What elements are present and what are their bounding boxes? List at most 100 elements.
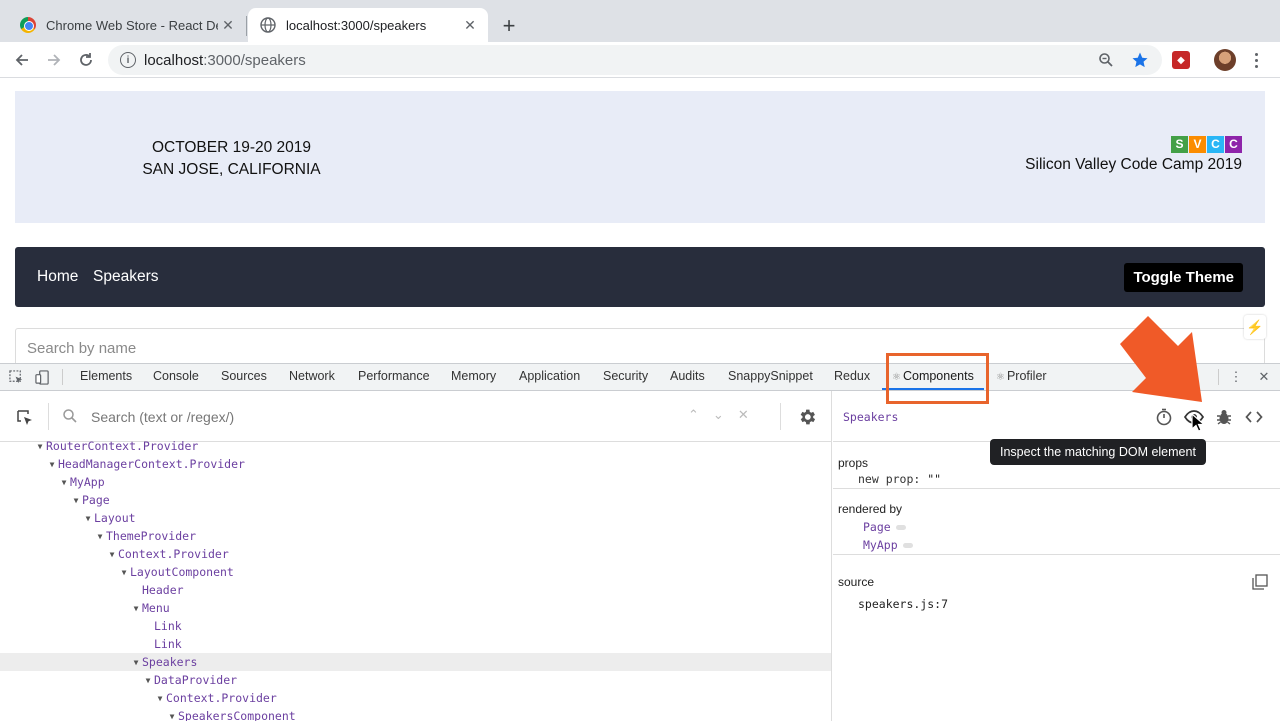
component-details-pane: Speakers Inspect the matching DOM elemen… xyxy=(833,391,1280,721)
browser-tab-speakers[interactable]: localhost:3000/speakers ✕ xyxy=(248,8,488,42)
devtools-tab-profiler[interactable]: ⚛ Profiler xyxy=(996,369,1047,383)
tab-label: Network xyxy=(289,369,335,383)
close-icon[interactable]: ✕ xyxy=(218,15,238,35)
caret-down-icon[interactable]: ▼ xyxy=(154,694,166,703)
speaker-search-input[interactable]: Search by name xyxy=(15,328,1265,363)
owner-item[interactable]: MyApp xyxy=(863,538,913,552)
tree-row[interactable]: ▼ SpeakersComponent xyxy=(0,707,831,721)
prop-value[interactable]: "" xyxy=(927,472,941,486)
tree-row[interactable]: Link xyxy=(0,635,831,653)
info-icon[interactable]: i xyxy=(120,52,136,68)
address-bar[interactable]: i localhost:3000/speakers xyxy=(108,45,1162,75)
tree-row[interactable]: ▼ Context.Provider xyxy=(0,689,831,707)
clear-search-icon[interactable]: ✕ xyxy=(738,407,749,423)
tree-row[interactable]: ▼ Page xyxy=(0,491,831,509)
close-icon[interactable]: ✕ xyxy=(460,15,480,35)
caret-down-icon[interactable]: ▼ xyxy=(34,442,46,451)
component-name: Page xyxy=(82,493,110,507)
tree-row[interactable]: ▼ Speakers xyxy=(0,653,831,671)
props-title: props xyxy=(838,456,869,470)
forward-button[interactable] xyxy=(40,46,68,74)
extension-icon[interactable]: ◆ xyxy=(1172,51,1190,69)
tree-row[interactable]: ▼ HeadManagerContext.Provider xyxy=(0,455,831,473)
devtools-tab-audits[interactable]: Audits xyxy=(670,369,705,383)
lightning-icon[interactable]: ⚡ xyxy=(1244,315,1266,339)
caret-down-icon[interactable]: ▼ xyxy=(130,604,142,613)
divider xyxy=(48,403,49,430)
tree-row[interactable]: Link xyxy=(0,617,831,635)
caret-down-icon[interactable]: ▼ xyxy=(82,514,94,523)
component-name: Link xyxy=(154,637,182,651)
caret-down-icon[interactable]: ▼ xyxy=(118,568,130,577)
arrow-right-icon xyxy=(48,54,61,66)
tree-row[interactable]: ▼ DataProvider xyxy=(0,671,831,689)
devtools-tab-performance[interactable]: Performance xyxy=(358,369,430,383)
tree-search-input[interactable]: Search (text or /regex/) xyxy=(91,409,234,425)
avatar[interactable] xyxy=(1214,49,1236,71)
browser-tab-webstore[interactable]: Chrome Web Store - React Dev ✕ xyxy=(8,8,246,42)
browser-tabstrip: Chrome Web Store - React Dev ✕ localhost… xyxy=(0,0,1280,42)
caret-down-icon[interactable]: ▼ xyxy=(166,712,178,721)
reload-button[interactable] xyxy=(72,46,100,74)
devtools-tab-snappysnippet[interactable]: SnappySnippet xyxy=(728,369,813,383)
tree-row[interactable]: ▼ MyApp xyxy=(0,473,831,491)
tree-row[interactable]: ▼ Menu xyxy=(0,599,831,617)
caret-down-icon[interactable]: ▼ xyxy=(130,658,142,667)
owner-pill xyxy=(895,524,906,530)
devtools-tab-network[interactable]: Network xyxy=(289,369,335,383)
chrome-menu-icon[interactable] xyxy=(1250,48,1262,72)
tab-label: Memory xyxy=(451,369,497,383)
devtools-tab-console[interactable]: Console xyxy=(153,369,199,383)
gear-icon[interactable] xyxy=(797,407,817,427)
toggle-theme-button[interactable]: Toggle Theme xyxy=(1124,263,1243,292)
source-section: source speakers.js:7 xyxy=(833,555,1280,615)
close-icon[interactable]: ✕ xyxy=(1256,369,1272,385)
divider xyxy=(780,403,781,430)
caret-down-icon[interactable]: ▼ xyxy=(70,496,82,505)
nav-home-link[interactable]: Home xyxy=(37,268,78,286)
devtools-tab-redux[interactable]: Redux xyxy=(834,369,870,383)
devtools-tab-memory[interactable]: Memory xyxy=(451,369,496,383)
back-button[interactable] xyxy=(8,46,36,74)
caret-down-icon[interactable]: ▼ xyxy=(94,532,106,541)
devtools-tab-security[interactable]: Security xyxy=(603,369,648,383)
date-line: OCTOBER 19-20 2019 xyxy=(151,139,312,156)
nav-speakers-link[interactable]: Speakers xyxy=(93,268,158,286)
devtools-tab-elements[interactable]: Elements xyxy=(80,369,132,383)
tree-row[interactable]: ▼ Context.Provider xyxy=(0,545,831,563)
new-tab-button[interactable]: + xyxy=(496,13,522,39)
element-picker-icon[interactable] xyxy=(8,369,24,385)
copy-icon[interactable] xyxy=(1252,574,1268,590)
device-toolbar-icon[interactable] xyxy=(34,369,50,385)
caret-down-icon[interactable]: ▼ xyxy=(142,676,154,685)
svcc-logo: SVCC xyxy=(1171,135,1242,153)
kebab-menu-icon[interactable]: ⋮ xyxy=(1228,369,1244,385)
component-tree: ▼ RouterContext.Provider ▼ HeadManagerConte… xyxy=(0,437,831,721)
view-source-icon[interactable] xyxy=(1244,407,1264,427)
bookmark-star-icon[interactable] xyxy=(1131,45,1149,75)
chevron-up-icon[interactable]: ⌃ xyxy=(688,407,699,423)
bug-icon[interactable] xyxy=(1214,407,1234,427)
tree-row[interactable]: ▼ LayoutComponent xyxy=(0,563,831,581)
chevron-down-icon[interactable]: ⌄ xyxy=(713,407,724,423)
devtools-tab-application[interactable]: Application xyxy=(519,369,580,383)
select-element-icon[interactable] xyxy=(16,409,34,427)
owner-item[interactable]: Page xyxy=(863,520,906,534)
zoom-icon[interactable] xyxy=(1098,45,1114,75)
caret-down-icon[interactable]: ▼ xyxy=(106,550,118,559)
prop-row[interactable]: new prop: "" xyxy=(858,472,941,486)
annotation-arrow-icon xyxy=(1120,316,1202,402)
tree-row[interactable]: ▼ Layout xyxy=(0,509,831,527)
tree-row[interactable]: Header xyxy=(0,581,831,599)
tabbar-divider xyxy=(1218,369,1219,385)
location-line: SAN JOSE, CALIFORNIA xyxy=(142,161,321,178)
tree-row[interactable]: ▼ ThemeProvider xyxy=(0,527,831,545)
react-atom-icon: ⚛ xyxy=(996,372,1005,383)
tree-row[interactable]: ▼ RouterContext.Provider xyxy=(0,437,831,455)
address-path: :3000/speakers xyxy=(203,51,306,69)
caret-down-icon[interactable]: ▼ xyxy=(46,460,58,469)
devtools-tab-sources[interactable]: Sources xyxy=(221,369,267,383)
caret-down-icon[interactable]: ▼ xyxy=(58,478,70,487)
stopwatch-icon[interactable] xyxy=(1154,407,1174,427)
source-location[interactable]: speakers.js:7 xyxy=(858,597,948,611)
